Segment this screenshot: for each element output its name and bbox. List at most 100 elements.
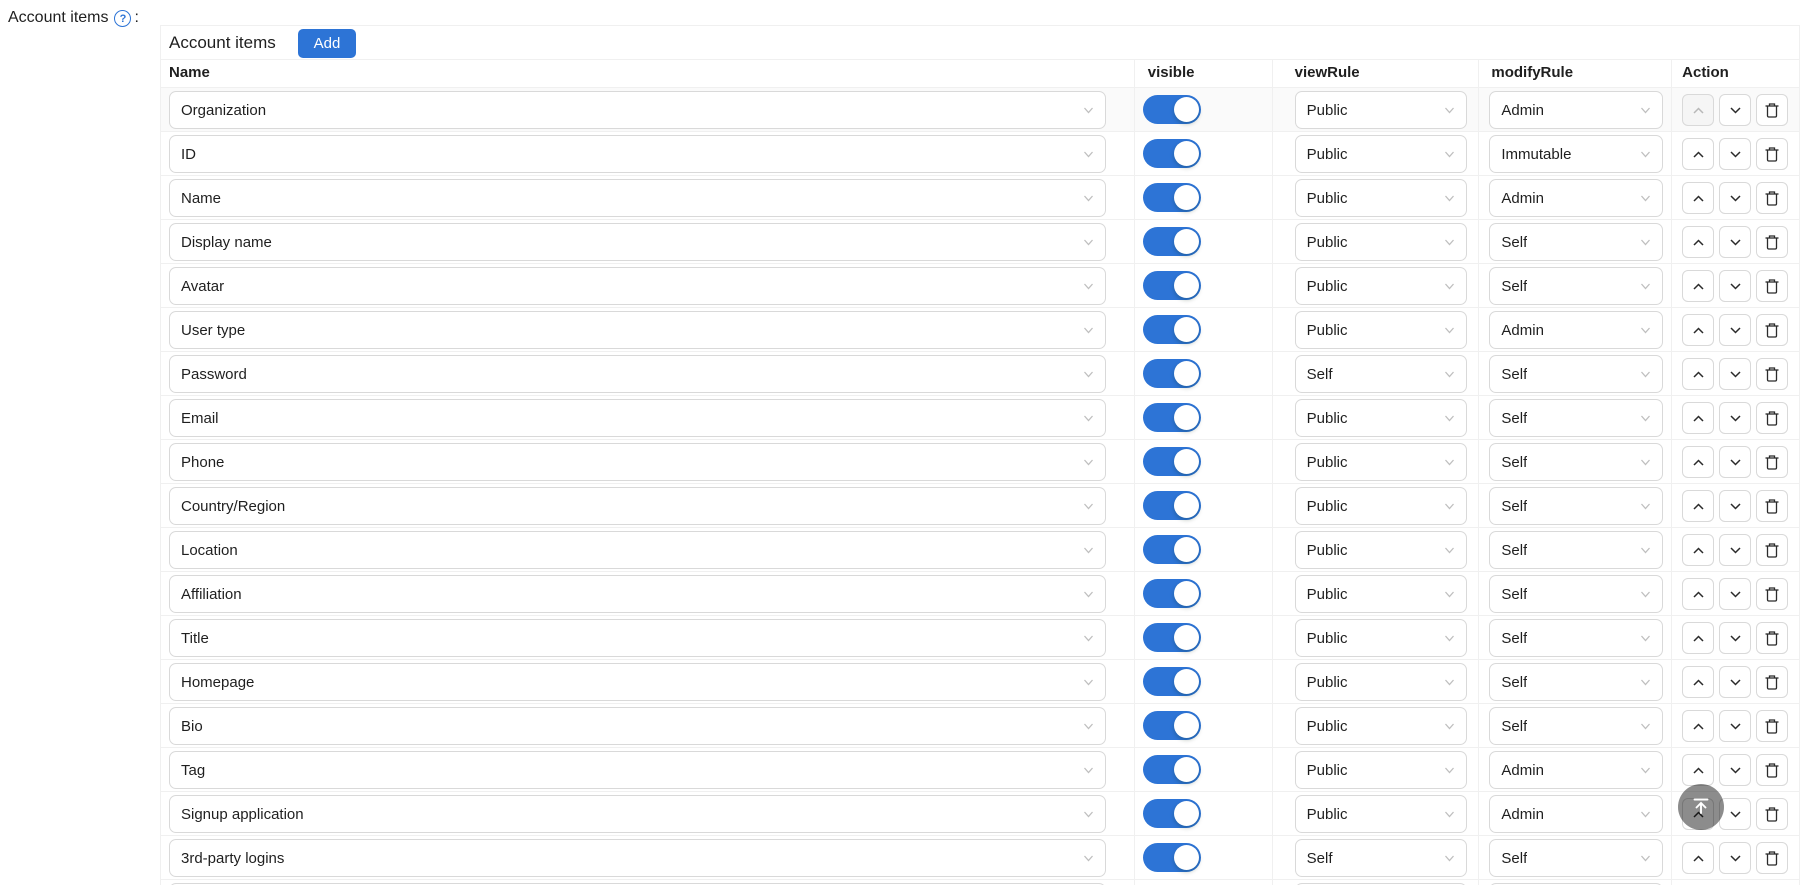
delete-button[interactable] xyxy=(1756,754,1788,786)
visible-switch[interactable] xyxy=(1143,755,1201,784)
visible-switch[interactable] xyxy=(1143,359,1201,388)
move-up-button[interactable] xyxy=(1682,270,1714,302)
visible-switch[interactable] xyxy=(1143,139,1201,168)
name-select[interactable]: ID xyxy=(169,135,1106,173)
delete-button[interactable] xyxy=(1756,842,1788,874)
move-up-button[interactable] xyxy=(1682,182,1714,214)
visible-switch[interactable] xyxy=(1143,711,1201,740)
modify-rule-select[interactable]: Admin xyxy=(1489,91,1663,129)
name-select[interactable]: Avatar xyxy=(169,267,1106,305)
modify-rule-select[interactable]: Self xyxy=(1489,707,1663,745)
name-select[interactable]: Location xyxy=(169,531,1106,569)
name-select[interactable]: Signup application xyxy=(169,795,1106,833)
name-select[interactable]: 3rd-party logins xyxy=(169,839,1106,877)
modify-rule-select[interactable]: Self xyxy=(1489,575,1663,613)
view-rule-select[interactable]: Public xyxy=(1295,179,1467,217)
delete-button[interactable] xyxy=(1756,622,1788,654)
name-select[interactable]: Country/Region xyxy=(169,487,1106,525)
view-rule-select[interactable]: Public xyxy=(1295,135,1467,173)
view-rule-select[interactable]: Public xyxy=(1295,531,1467,569)
modify-rule-select[interactable]: Self xyxy=(1489,443,1663,481)
modify-rule-select[interactable]: Admin xyxy=(1489,311,1663,349)
view-rule-select[interactable]: Public xyxy=(1295,619,1467,657)
delete-button[interactable] xyxy=(1756,138,1788,170)
move-down-button[interactable] xyxy=(1719,138,1751,170)
view-rule-select[interactable]: Public xyxy=(1295,443,1467,481)
move-up-button[interactable] xyxy=(1682,402,1714,434)
move-down-button[interactable] xyxy=(1719,534,1751,566)
view-rule-select[interactable]: Public xyxy=(1295,707,1467,745)
move-up-button[interactable] xyxy=(1682,226,1714,258)
view-rule-select[interactable]: Public xyxy=(1295,663,1467,701)
move-down-button[interactable] xyxy=(1719,842,1751,874)
view-rule-select[interactable]: Public xyxy=(1295,399,1467,437)
delete-button[interactable] xyxy=(1756,710,1788,742)
visible-switch[interactable] xyxy=(1143,447,1201,476)
visible-switch[interactable] xyxy=(1143,579,1201,608)
modify-rule-select[interactable]: Self xyxy=(1489,663,1663,701)
visible-switch[interactable] xyxy=(1143,623,1201,652)
move-down-button[interactable] xyxy=(1719,314,1751,346)
delete-button[interactable] xyxy=(1756,94,1788,126)
modify-rule-select[interactable]: Self xyxy=(1489,223,1663,261)
modify-rule-select[interactable]: Self xyxy=(1489,355,1663,393)
move-up-button[interactable] xyxy=(1682,622,1714,654)
name-select[interactable]: Organization xyxy=(169,91,1106,129)
view-rule-select[interactable]: Public xyxy=(1295,575,1467,613)
view-rule-select[interactable]: Public xyxy=(1295,223,1467,261)
move-up-button[interactable] xyxy=(1682,666,1714,698)
move-up-button[interactable] xyxy=(1682,754,1714,786)
view-rule-select[interactable]: Self xyxy=(1295,355,1467,393)
visible-switch[interactable] xyxy=(1143,843,1201,872)
view-rule-select[interactable]: Public xyxy=(1295,311,1467,349)
name-select[interactable]: Email xyxy=(169,399,1106,437)
visible-switch[interactable] xyxy=(1143,403,1201,432)
name-select[interactable]: Title xyxy=(169,619,1106,657)
move-down-button[interactable] xyxy=(1719,490,1751,522)
visible-switch[interactable] xyxy=(1143,271,1201,300)
view-rule-select[interactable]: Public xyxy=(1295,795,1467,833)
move-down-button[interactable] xyxy=(1719,578,1751,610)
name-select[interactable]: Password xyxy=(169,355,1106,393)
modify-rule-select[interactable]: Admin xyxy=(1489,795,1663,833)
add-button[interactable]: Add xyxy=(298,29,356,58)
move-up-button[interactable] xyxy=(1682,358,1714,390)
move-up-button[interactable] xyxy=(1682,446,1714,478)
visible-switch[interactable] xyxy=(1143,183,1201,212)
move-up-button[interactable] xyxy=(1682,578,1714,610)
modify-rule-select[interactable]: Self xyxy=(1489,839,1663,877)
view-rule-select[interactable]: Self xyxy=(1295,839,1467,877)
name-select[interactable]: User type xyxy=(169,311,1106,349)
modify-rule-select[interactable]: Self xyxy=(1489,619,1663,657)
visible-switch[interactable] xyxy=(1143,315,1201,344)
delete-button[interactable] xyxy=(1756,446,1788,478)
move-down-button[interactable] xyxy=(1719,710,1751,742)
move-down-button[interactable] xyxy=(1719,182,1751,214)
move-up-button[interactable] xyxy=(1682,534,1714,566)
move-down-button[interactable] xyxy=(1719,446,1751,478)
visible-switch[interactable] xyxy=(1143,227,1201,256)
modify-rule-select[interactable]: Admin xyxy=(1489,179,1663,217)
visible-switch[interactable] xyxy=(1143,95,1201,124)
visible-switch[interactable] xyxy=(1143,491,1201,520)
view-rule-select[interactable]: Public xyxy=(1295,751,1467,789)
move-down-button[interactable] xyxy=(1719,666,1751,698)
move-down-button[interactable] xyxy=(1719,358,1751,390)
help-icon[interactable]: ? xyxy=(114,10,131,27)
name-select[interactable]: Display name xyxy=(169,223,1106,261)
move-down-button[interactable] xyxy=(1719,94,1751,126)
delete-button[interactable] xyxy=(1756,798,1788,830)
visible-switch[interactable] xyxy=(1143,535,1201,564)
delete-button[interactable] xyxy=(1756,534,1788,566)
move-down-button[interactable] xyxy=(1719,798,1751,830)
move-down-button[interactable] xyxy=(1719,226,1751,258)
modify-rule-select[interactable]: Self xyxy=(1489,487,1663,525)
name-select[interactable]: Homepage xyxy=(169,663,1106,701)
move-up-button[interactable] xyxy=(1682,138,1714,170)
delete-button[interactable] xyxy=(1756,490,1788,522)
delete-button[interactable] xyxy=(1756,578,1788,610)
delete-button[interactable] xyxy=(1756,226,1788,258)
move-up-button[interactable] xyxy=(1682,710,1714,742)
modify-rule-select[interactable]: Immutable xyxy=(1489,135,1663,173)
name-select[interactable]: Bio xyxy=(169,707,1106,745)
